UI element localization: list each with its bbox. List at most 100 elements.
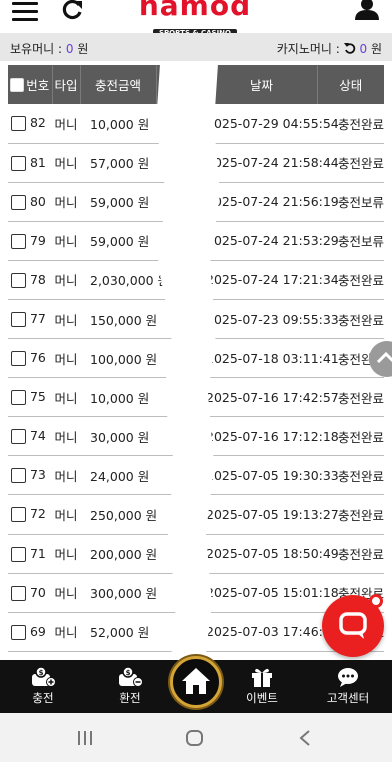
row-number-cell: 82 — [8, 104, 52, 144]
row-checkbox[interactable] — [11, 194, 26, 210]
row-number: 79 — [29, 232, 46, 248]
holding-money-unit: 원 — [77, 42, 89, 56]
row-number-cell: 70 — [8, 573, 52, 613]
row-depositor — [156, 494, 206, 535]
row-checkbox[interactable] — [11, 468, 26, 484]
nav-deposit[interactable]: $ 충전 — [3, 660, 83, 713]
row-number-cell: 72 — [8, 494, 52, 535]
row-checkbox[interactable] — [11, 312, 26, 328]
row-date: 2025-07-16 17:12:18 — [206, 416, 339, 457]
chevron-up-icon — [376, 351, 392, 364]
table-row[interactable]: 75 머니 10,000 원 2025-07-16 17:42:57 충전완료 — [8, 377, 384, 418]
row-type: 머니 — [52, 182, 80, 222]
holding-money-value: 0 — [65, 42, 74, 56]
casino-money-value: 0 — [359, 42, 368, 56]
home-icon — [182, 668, 210, 694]
row-depositor — [156, 143, 206, 183]
withdraw-icon: $ — [119, 666, 143, 687]
row-number-cell: 71 — [8, 534, 52, 574]
row-type: 머니 — [52, 104, 80, 144]
row-number-cell: 77 — [8, 299, 52, 340]
recent-apps-icon[interactable] — [76, 729, 94, 747]
row-checkbox[interactable] — [11, 351, 26, 367]
row-depositor — [156, 377, 206, 418]
col-header-status: 상태 — [316, 65, 384, 104]
nav-home-button[interactable] — [170, 656, 222, 708]
gift-icon — [252, 668, 272, 687]
row-date: 2025-07-29 04:55:54 — [206, 104, 339, 144]
back-icon[interactable] — [297, 729, 313, 747]
refresh-icon[interactable] — [60, 0, 84, 22]
casino-money: 카지노머니 : 0 원 — [277, 40, 382, 57]
casino-money-label: 카지노머니 : — [276, 42, 340, 56]
row-number: 76 — [29, 350, 46, 366]
notification-dot — [369, 594, 383, 608]
row-type: 머니 — [52, 534, 80, 574]
select-all-checkbox[interactable] — [10, 77, 25, 92]
user-icon[interactable] — [354, 0, 380, 20]
row-depositor — [156, 534, 206, 574]
table-row[interactable]: 81 머니 57,000 원 2025-07-24 21:58:44 충전완료 — [8, 143, 384, 183]
table-row[interactable]: 74 머니 30,000 원 2025-07-16 17:12:18 충전완료 — [8, 416, 384, 457]
row-checkbox[interactable] — [11, 585, 26, 601]
brand-logo[interactable]: namod SPORTS & CASINO — [128, 0, 262, 38]
row-type: 머니 — [52, 573, 80, 613]
row-checkbox[interactable] — [11, 546, 26, 562]
row-date: 2025-07-05 18:50:49 — [206, 534, 339, 574]
nav-support[interactable]: 고객센터 — [308, 660, 388, 713]
row-number-cell: 80 — [8, 182, 52, 222]
table-row[interactable]: 77 머니 150,000 원 2025-07-23 09:55:33 충전완료 — [8, 299, 384, 340]
row-depositor — [156, 612, 206, 652]
casino-refresh-icon[interactable] — [343, 42, 356, 54]
nav-deposit-label: 충전 — [32, 691, 54, 705]
home-system-icon[interactable] — [185, 729, 205, 747]
row-type: 머니 — [52, 221, 80, 261]
row-number-cell: 73 — [8, 455, 52, 496]
holding-money-label: 보유머니 : — [10, 42, 63, 56]
row-type: 머니 — [52, 377, 80, 418]
row-checkbox[interactable] — [11, 233, 26, 249]
row-number: 82 — [29, 115, 46, 131]
table-row[interactable]: 76 머니 100,000 원 2025-07-18 03:11:41 충전완료 — [8, 338, 384, 379]
holding-money: 보유머니 : 0 원 — [10, 40, 88, 57]
scroll-arrow-button[interactable] — [369, 341, 392, 377]
col-header-depositor: 입금자명 — [155, 65, 206, 104]
table-header-row: 번호 타입 충전금액 입금자명 날짜 상태 — [8, 65, 384, 104]
row-amount: 100,000 원 — [80, 338, 157, 379]
row-type: 머니 — [52, 338, 80, 379]
row-number-cell: 69 — [8, 612, 52, 652]
row-checkbox[interactable] — [11, 624, 26, 640]
table-row[interactable]: 71 머니 200,000 원 2025-07-05 18:50:49 충전완료 — [8, 534, 384, 574]
deposit-history-table: 번호 타입 충전금액 입금자명 날짜 상태 82 머니 10,000 원 2025-0… — [8, 65, 384, 659]
row-checkbox[interactable] — [11, 272, 26, 288]
col-header-amount: 충전금액 — [79, 65, 156, 104]
table-row[interactable]: 72 머니 250,000 원 2025-07-05 19:13:27 충전완료 — [8, 494, 384, 535]
row-number: 75 — [29, 389, 46, 405]
row-number-cell: 76 — [8, 338, 52, 379]
hamburger-icon[interactable] — [12, 2, 38, 21]
row-depositor — [156, 104, 206, 144]
table-row[interactable]: 73 머니 24,000 원 2025-07-05 19:30:33 충전완료 — [8, 455, 384, 496]
row-checkbox[interactable] — [11, 507, 26, 523]
row-depositor — [156, 182, 206, 222]
row-depositor — [156, 573, 206, 613]
row-checkbox[interactable] — [11, 155, 26, 171]
row-number-cell: 75 — [8, 377, 52, 418]
table-row[interactable]: 79 머니 59,000 원 2025-07-24 21:53:29 충전보류 — [8, 221, 384, 261]
row-checkbox[interactable] — [11, 390, 26, 406]
nav-withdraw[interactable]: $ 환전 — [90, 660, 170, 713]
table-row[interactable]: 82 머니 10,000 원 2025-07-29 04:55:54 충전완료 — [8, 104, 384, 144]
row-checkbox[interactable] — [11, 116, 26, 132]
row-type: 머니 — [52, 260, 80, 300]
col-header-number: 번호 — [8, 65, 52, 104]
row-checkbox[interactable] — [11, 429, 26, 445]
nav-withdraw-label: 환전 — [119, 691, 141, 705]
deposit-icon: $ — [32, 666, 56, 687]
row-date: 2025-07-03 17:46:12 — [206, 612, 339, 652]
table-row[interactable]: 80 머니 59,000 원 2025-07-24 21:56:19 충전보류 — [8, 182, 384, 222]
row-date: 2025-07-05 19:13:27 — [206, 494, 339, 535]
table-row[interactable]: 78 머니 2,030,000 원 2025-07-24 17:21:34 충전완료 — [8, 260, 384, 300]
row-depositor — [156, 338, 206, 379]
nav-event[interactable]: 이벤트 — [222, 660, 302, 713]
row-date: 2025-07-16 17:42:57 — [206, 377, 339, 418]
